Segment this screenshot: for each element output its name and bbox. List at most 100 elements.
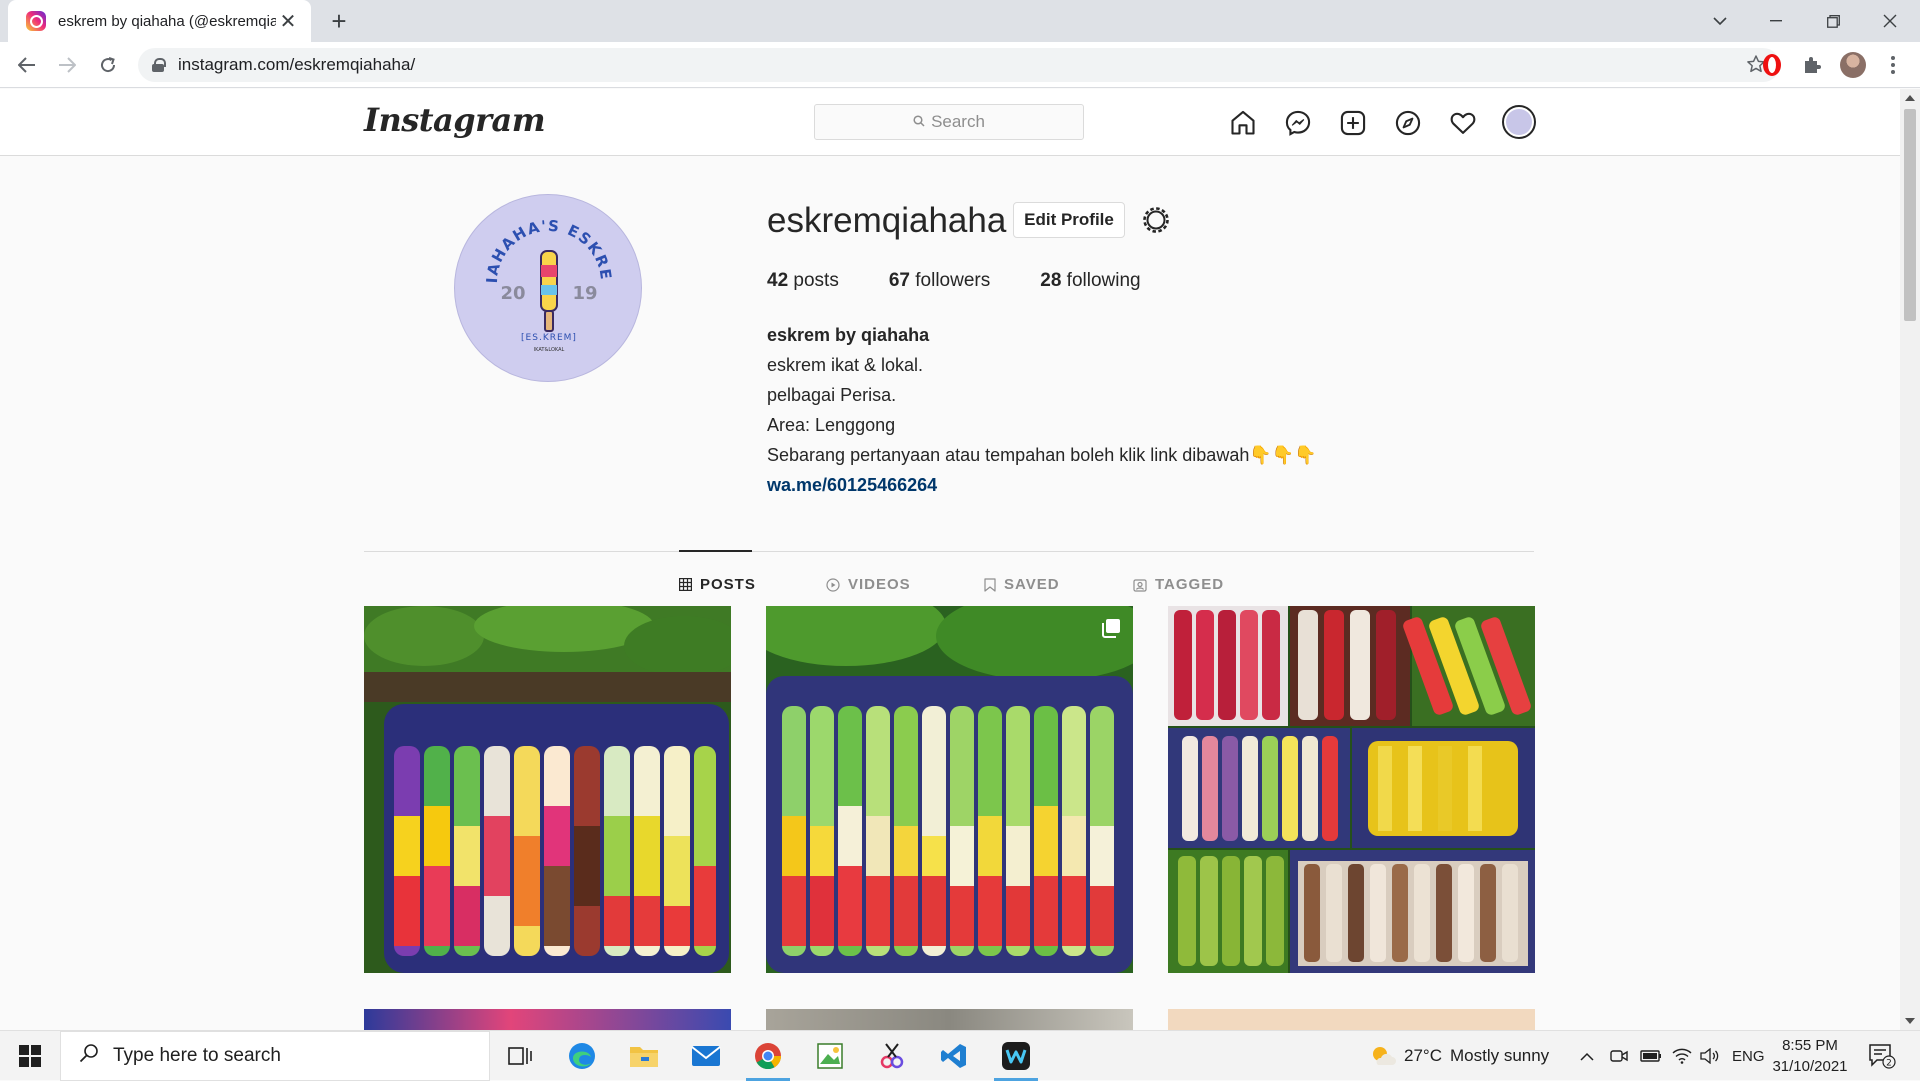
following-count[interactable]: 28 following (1040, 270, 1140, 292)
extensions-puzzle-icon[interactable] (1797, 50, 1827, 80)
clock-date: 31/10/2021 (1772, 1058, 1848, 1075)
profile-bio: eskrem by qiahaha eskrem ikat & lokal. p… (767, 320, 1317, 500)
logo-sub2-text: IKAT&LOKAL (534, 347, 565, 353)
instagram-page: Instagram Search IAHAHA'S ESKRE 20 19 [E… (0, 89, 1900, 1030)
edge-browser-icon[interactable] (554, 1036, 610, 1076)
eskrem-logo-image: QIAHAHA'S ESKREM 20 19 [ES.KREM] IKAT&LO… (455, 195, 615, 353)
system-clock[interactable]: 8:55 PM 31/10/2021 (1760, 1035, 1860, 1077)
bio-name: eskrem by qiahaha (767, 325, 930, 345)
bio-line: Area: Lenggong (767, 415, 896, 435)
opera-extension-icon[interactable] (1757, 50, 1787, 80)
scroll-down-arrow-icon[interactable] (1905, 1018, 1915, 1024)
vscode-icon[interactable] (926, 1036, 982, 1076)
play-icon (826, 577, 840, 592)
tab-tagged[interactable]: TAGGED (1133, 576, 1224, 593)
posts-count: 42 posts (767, 270, 839, 292)
post-thumbnail[interactable] (766, 606, 1133, 973)
profile-avatar-button[interactable] (1502, 105, 1536, 139)
tab-label: TAGGED (1155, 576, 1225, 593)
post-thumbnail[interactable] (364, 606, 731, 973)
profile-avatar-icon[interactable] (1838, 50, 1868, 80)
close-tab-icon[interactable]: ✕ (277, 9, 299, 34)
settings-gear-icon[interactable] (1138, 202, 1174, 238)
logo-arc-text: QIAHAHA'S ESKREM (455, 195, 614, 284)
tab-videos[interactable]: VIDEOS (826, 576, 911, 593)
close-window-button[interactable] (1862, 0, 1918, 42)
edit-profile-button[interactable]: Edit Profile (1013, 202, 1125, 238)
weather-widget[interactable]: 27°C Mostly sunny (1370, 1031, 1549, 1081)
stat-count: 67 (888, 270, 910, 291)
forward-button[interactable] (52, 50, 82, 80)
search-icon (79, 1043, 99, 1069)
volume-icon[interactable] (1700, 1031, 1720, 1081)
search-icon (913, 114, 925, 130)
scroll-up-arrow-icon[interactable] (1905, 95, 1915, 101)
weather-temp: 27°C (1404, 1046, 1442, 1065)
file-explorer-icon[interactable] (616, 1036, 672, 1076)
meet-now-icon[interactable] (1610, 1031, 1628, 1081)
profile-picture[interactable]: QIAHAHA'S ESKREM 20 19 [ES.KREM] IKAT&LO… (454, 194, 642, 382)
bookmark-icon (984, 577, 996, 592)
page-scrollbar[interactable] (1900, 89, 1920, 1030)
search-input[interactable]: Search (814, 104, 1084, 140)
bio-line: eskrem ikat & lokal. (767, 355, 924, 375)
stat-label: posts (793, 270, 839, 291)
minimize-button[interactable] (1748, 0, 1804, 42)
bio-line: Sebarang pertanyaan atau tempahan boleh … (767, 445, 1317, 465)
post-thumbnail[interactable] (766, 1009, 1133, 1030)
battery-icon[interactable] (1640, 1031, 1662, 1081)
lock-icon (152, 58, 166, 72)
wifi-icon[interactable] (1672, 1031, 1692, 1081)
task-view-icon[interactable] (492, 1036, 548, 1076)
address-bar[interactable]: instagram.com/eskremqiahaha/ (138, 48, 1780, 82)
instagram-header: Instagram Search (0, 89, 1900, 156)
new-tab-button[interactable]: + (324, 6, 354, 36)
tab-saved[interactable]: SAVED (984, 576, 1060, 593)
tab-label: SAVED (1004, 576, 1060, 593)
reload-button[interactable] (93, 50, 123, 80)
bio-link[interactable]: wa.me/60125466264 (767, 470, 1317, 500)
windows-logo-icon (19, 1045, 41, 1067)
image-viewer-icon[interactable] (802, 1036, 858, 1076)
explore-icon[interactable] (1392, 107, 1424, 139)
taskbar-search-input[interactable]: Type here to search (60, 1031, 490, 1081)
instagram-logo[interactable]: Instagram (364, 101, 546, 139)
back-button[interactable] (12, 50, 42, 80)
webex-icon[interactable] (988, 1036, 1044, 1081)
stat-count: 42 (767, 270, 789, 291)
tab-posts[interactable]: POSTS (679, 576, 756, 593)
messenger-icon[interactable] (1282, 107, 1314, 139)
activity-heart-icon[interactable] (1447, 107, 1479, 139)
post-thumbnail[interactable] (1168, 1009, 1535, 1030)
show-hidden-icons-chevron-icon[interactable] (1580, 1031, 1594, 1081)
chrome-browser-icon[interactable] (740, 1036, 796, 1081)
browser-toolbar: instagram.com/eskremqiahaha/ (0, 42, 1920, 88)
logo-year-right: 19 (572, 283, 597, 304)
windows-taskbar: Type here to search 27°C Mostly sunny EN… (0, 1030, 1920, 1081)
notification-center-icon[interactable]: 2 (1868, 1031, 1896, 1081)
url-host: instagram.com (178, 55, 290, 74)
browser-tab[interactable]: eskrem by qiahaha (@eskremqiahaha) ✕ (8, 0, 311, 42)
weather-text: Mostly sunny (1449, 1046, 1550, 1065)
mail-icon[interactable] (678, 1036, 734, 1076)
tabs-divider (364, 551, 1534, 552)
restore-button[interactable] (1805, 0, 1861, 42)
snip-sketch-icon[interactable] (864, 1036, 920, 1076)
browser-menu-icon[interactable] (1878, 50, 1908, 80)
svg-text:QIAHAHA'S ESKREM: QIAHAHA'S ESKREM (455, 195, 615, 284)
scrollbar-thumb[interactable] (1904, 109, 1916, 321)
start-button[interactable] (0, 1031, 60, 1081)
followers-count[interactable]: 67 followers (889, 270, 990, 292)
home-icon[interactable] (1227, 107, 1259, 139)
new-post-icon[interactable] (1337, 107, 1369, 139)
url-path: /eskremqiahaha/ (289, 55, 416, 74)
post-thumbnail[interactable] (364, 1009, 731, 1030)
sun-cloud-icon (1373, 1047, 1396, 1065)
taskbar-search-placeholder: Type here to search (113, 1045, 281, 1066)
stat-count: 28 (1040, 270, 1062, 291)
profile-username: eskremqiahaha (767, 201, 1007, 240)
active-tab-indicator (679, 550, 752, 552)
tag-icon (1133, 578, 1147, 592)
post-thumbnail[interactable] (1168, 606, 1535, 973)
tab-search-icon[interactable] (1692, 0, 1748, 42)
